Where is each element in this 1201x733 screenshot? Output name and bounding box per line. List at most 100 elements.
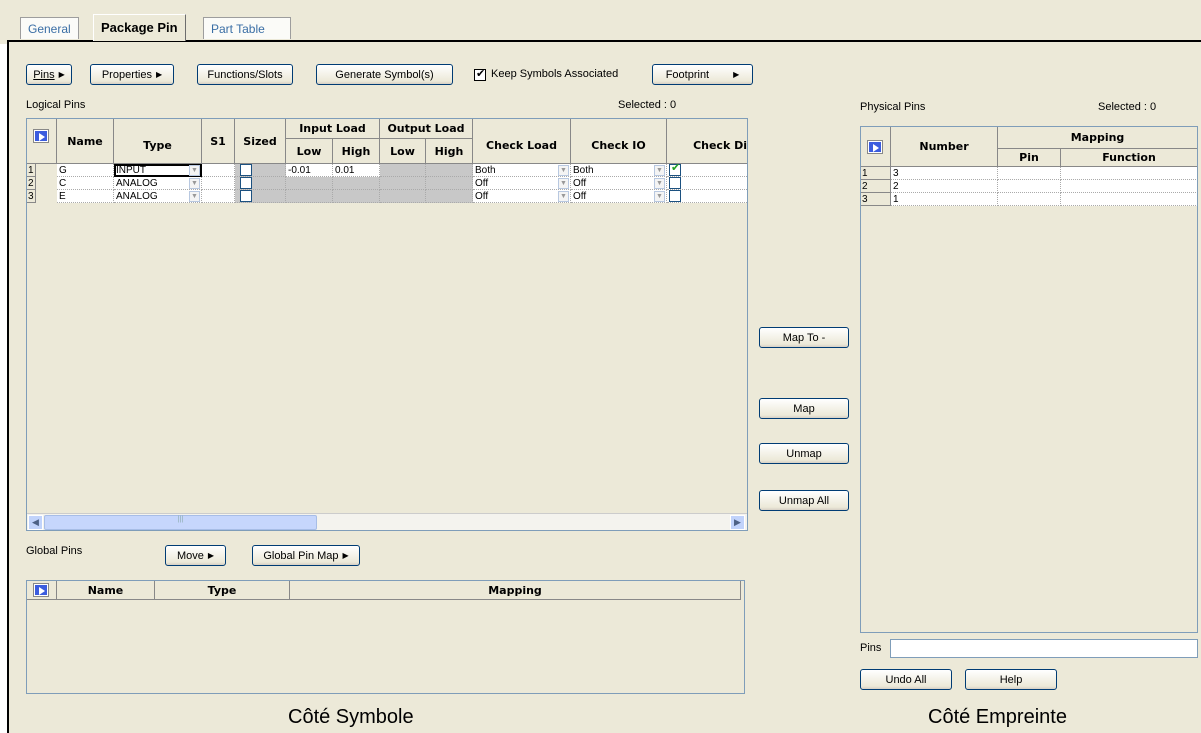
check-dir-checkbox[interactable] [669,177,681,189]
pins-menu-button[interactable]: Pins ▶ [26,64,72,85]
sized-checkbox[interactable] [240,190,252,202]
unmap-all-button[interactable]: Unmap All [759,490,849,511]
header-number[interactable]: Number [891,127,998,167]
global-grid-corner[interactable] [27,581,57,600]
tab-general[interactable]: General [20,17,79,39]
cell-output-low[interactable] [380,177,426,190]
header-input-load[interactable]: Input Load [286,119,380,139]
grid-corner[interactable] [27,119,57,164]
cell-input-low[interactable] [286,177,333,190]
cell-output-high[interactable] [426,177,473,190]
header-sized[interactable]: Sized [235,119,286,164]
unmap-button[interactable]: Unmap [759,443,849,464]
cell-input-high[interactable] [333,190,380,203]
row-number[interactable]: 2 [861,180,891,193]
header-pin[interactable]: Pin [998,149,1061,167]
dropdown-arrow-icon[interactable]: ▼ [654,165,665,176]
cell-name[interactable]: G [57,164,114,177]
sized-checkbox[interactable] [240,164,252,176]
logical-pins-grid[interactable]: Name Type S1 Sized Input Load Low High O… [26,118,748,531]
move-menu-button[interactable]: Move ▶ [165,545,226,566]
dropdown-arrow-icon[interactable]: ▼ [558,165,569,176]
global-header-mapping[interactable]: Mapping [290,581,741,600]
cell-number[interactable]: 3 [891,167,998,180]
physical-grid-corner[interactable] [861,127,891,167]
cell-output-low[interactable] [380,164,426,177]
cell-name[interactable]: E [57,190,114,203]
header-check-load[interactable]: Check Load [473,119,571,164]
header-input-low[interactable]: Low [286,139,333,164]
cell-function[interactable] [1061,167,1197,180]
cell-input-high[interactable] [333,177,380,190]
cell-s1[interactable] [202,177,235,190]
cell-type[interactable]: ANALOG ▼ [114,190,202,203]
dropdown-arrow-icon[interactable]: ▼ [654,178,665,189]
cell-check-io[interactable]: Both ▼ [571,164,667,177]
cell-output-high[interactable] [426,190,473,203]
header-mapping[interactable]: Mapping [998,127,1197,149]
cell-type[interactable]: ANALOG ▼ [114,177,202,190]
cell-check-load[interactable]: Off ▼ [473,177,571,190]
header-function[interactable]: Function [1061,149,1197,167]
scroll-right-icon[interactable]: ▶ [730,515,745,530]
global-header-type[interactable]: Type [155,581,290,600]
dropdown-arrow-icon[interactable]: ▼ [654,191,665,202]
cell-check-load[interactable]: Both ▼ [473,164,571,177]
map-to-button[interactable]: Map To - [759,327,849,348]
global-pin-map-button[interactable]: Global Pin Map ▶ [252,545,360,566]
help-button[interactable]: Help [965,669,1057,690]
global-header-name[interactable]: Name [57,581,155,600]
header-check-dir[interactable]: Check Di [667,119,747,164]
cell-number[interactable]: 1 [891,193,998,206]
properties-menu-button[interactable]: Properties ▶ [90,64,174,85]
cell-input-low[interactable]: -0.01 [286,164,333,177]
horizontal-scrollbar[interactable]: ◀ ||| ▶ [27,513,747,530]
tab-package-pin[interactable]: Package Pin [93,14,186,41]
keep-symbols-checkbox[interactable]: ✔ [474,68,486,81]
header-check-io[interactable]: Check IO [571,119,667,164]
map-button[interactable]: Map [759,398,849,419]
row-number[interactable]: 3 [27,190,36,203]
pins-input[interactable] [890,639,1198,658]
cell-number[interactable]: 2 [891,180,998,193]
cell-name[interactable]: C [57,177,114,190]
header-output-high[interactable]: High [426,139,473,164]
cell-check-io[interactable]: Off ▼ [571,177,667,190]
tab-part-table[interactable]: Part Table [203,17,291,39]
functions-slots-button[interactable]: Functions/Slots [197,64,293,85]
sized-checkbox[interactable] [240,177,252,189]
footprint-menu-button[interactable]: Footprint ▶ [652,64,753,85]
undo-all-button[interactable]: Undo All [860,669,952,690]
header-output-low[interactable]: Low [380,139,426,164]
dropdown-arrow-icon[interactable]: ▼ [558,191,569,202]
cell-pin[interactable] [998,180,1061,193]
cell-check-io[interactable]: Off ▼ [571,190,667,203]
check-dir-checkbox[interactable] [669,164,681,176]
cell-output-high[interactable] [426,164,473,177]
cell-pin[interactable] [998,167,1061,180]
header-name[interactable]: Name [57,119,114,164]
row-number[interactable]: 1 [861,167,891,180]
cell-s1[interactable] [202,190,235,203]
dropdown-arrow-icon[interactable]: ▼ [558,178,569,189]
dropdown-arrow-icon[interactable]: ▼ [189,165,200,176]
header-output-load[interactable]: Output Load [380,119,473,139]
check-dir-checkbox[interactable] [669,190,681,202]
global-pins-grid[interactable]: Name Type Mapping [26,580,745,694]
scroll-thumb[interactable]: ||| [44,515,317,530]
header-input-high[interactable]: High [333,139,380,164]
scroll-left-icon[interactable]: ◀ [28,515,43,530]
cell-function[interactable] [1061,193,1197,206]
cell-output-low[interactable] [380,190,426,203]
dropdown-arrow-icon[interactable]: ▼ [189,178,200,189]
cell-input-high[interactable]: 0.01 [333,164,380,177]
cell-s1[interactable] [202,164,235,177]
physical-pins-grid[interactable]: Number Mapping Pin Function 132231 [860,126,1198,633]
cell-type[interactable]: INPUT ▼ [114,164,202,177]
generate-symbols-button[interactable]: Generate Symbol(s) [316,64,453,85]
row-number[interactable]: 2 [27,177,36,190]
row-number[interactable]: 1 [27,164,36,177]
cell-check-load[interactable]: Off ▼ [473,190,571,203]
cell-function[interactable] [1061,180,1197,193]
row-number[interactable]: 3 [861,193,891,206]
